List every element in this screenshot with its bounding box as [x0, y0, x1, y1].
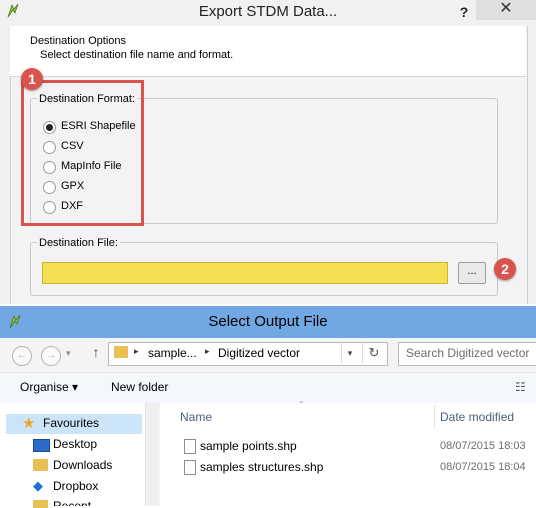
desktop-icon — [33, 439, 50, 452]
nav-item-downloads[interactable]: Downloads — [53, 458, 112, 472]
refresh-icon[interactable]: ↻ — [362, 343, 385, 363]
file-icon — [184, 460, 196, 475]
wizard-header-title: Destination Options — [30, 35, 126, 47]
address-dropdown-icon[interactable]: ▾ — [341, 343, 358, 363]
nav-item-recent[interactable]: Recent... — [53, 499, 101, 506]
file-date-modified: 08/07/2015 18:04 — [440, 461, 526, 473]
save-dialog-title: Select Output File — [208, 313, 328, 330]
step-badge-2: 2 — [494, 258, 516, 280]
sort-indicator-icon: ⌃ — [298, 400, 305, 409]
forward-arrow-icon[interactable]: → — [41, 346, 61, 366]
step-badge-1: 1 — [21, 68, 43, 90]
command-bar — [0, 372, 536, 404]
column-header-name[interactable]: Name — [180, 410, 212, 424]
recent-places-icon — [33, 500, 48, 508]
destination-file-input[interactable] — [42, 262, 448, 284]
up-arrow-icon[interactable]: ↑ — [88, 344, 104, 360]
breadcrumb-item[interactable]: sample... — [148, 346, 197, 360]
nav-item-desktop[interactable]: Desktop — [53, 437, 97, 451]
file-icon — [184, 439, 196, 454]
breadcrumb-chevron-icon[interactable]: ▸ — [134, 346, 139, 357]
file-date-modified: 08/07/2015 18:03 — [440, 440, 526, 452]
help-button[interactable]: ? — [455, 0, 473, 24]
browse-button[interactable]: ... — [458, 262, 486, 284]
dropbox-icon: ◆ — [33, 478, 43, 493]
star-icon: ★ — [22, 415, 36, 432]
breadcrumb-chevron-icon[interactable]: ▸ — [205, 346, 210, 357]
file-name[interactable]: sample points.shp — [200, 439, 297, 453]
organise-button[interactable]: Organise ▾ — [20, 380, 78, 394]
column-divider[interactable] — [434, 405, 435, 429]
new-folder-button[interactable]: New folder — [111, 380, 168, 394]
nav-item-label[interactable]: Favourites — [43, 416, 99, 430]
file-name[interactable]: samples structures.shp — [200, 460, 323, 474]
navigation-pane-scrollbar[interactable] — [145, 403, 159, 506]
column-header-date-modified[interactable]: Date modified — [440, 410, 514, 424]
recent-locations-chevron-icon[interactable]: ▾ — [66, 348, 71, 359]
folder-icon — [114, 346, 128, 358]
nav-item-dropbox[interactable]: Dropbox — [53, 479, 98, 493]
back-arrow-icon[interactable]: ← — [12, 346, 32, 366]
view-options-icon[interactable]: ☷ — [515, 380, 526, 394]
highlight-annotation-box — [21, 80, 144, 226]
search-input[interactable]: Search Digitized vector — [406, 346, 529, 360]
wizard-header-subtitle: Select destination file name and format. — [40, 49, 234, 61]
downloads-folder-icon — [33, 459, 48, 471]
breadcrumb-item[interactable]: Digitized vector — [218, 346, 300, 360]
destination-file-title: Destination File: — [37, 237, 120, 249]
close-button[interactable]: ✕ — [476, 0, 536, 20]
